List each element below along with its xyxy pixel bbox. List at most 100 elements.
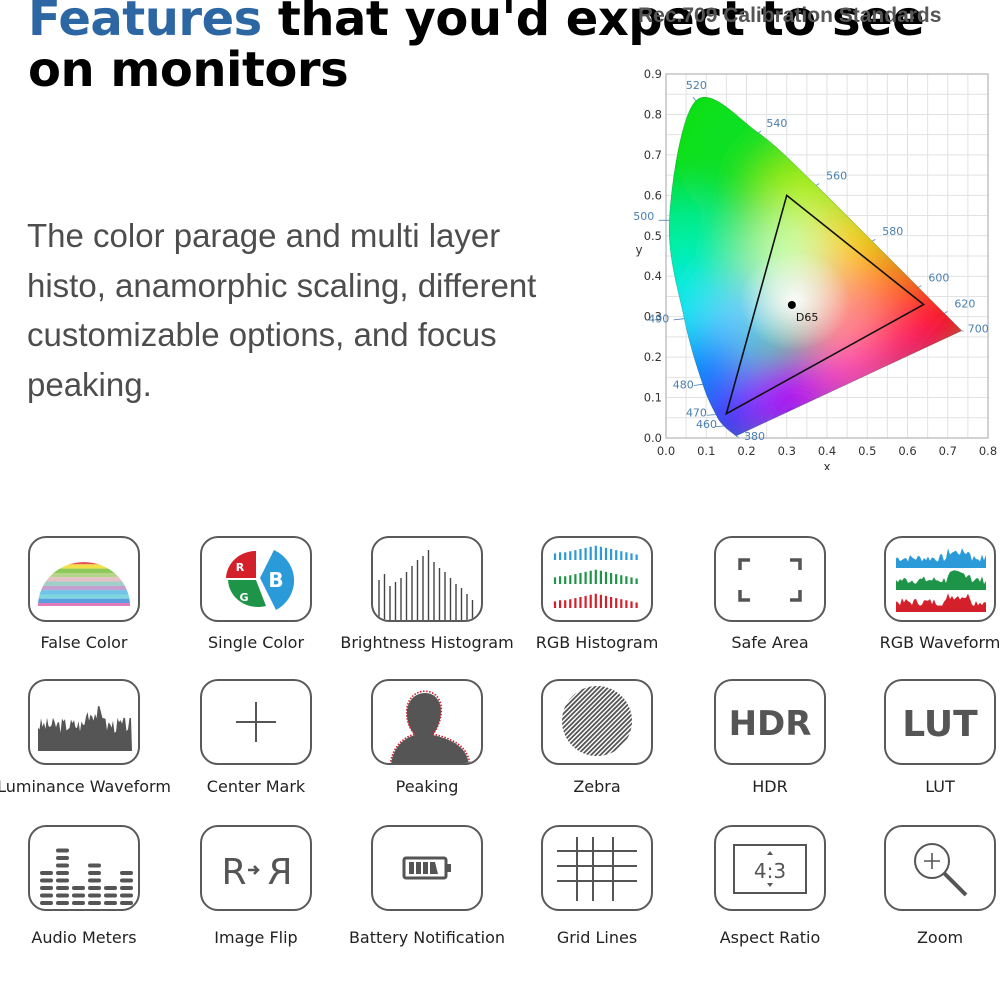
wavelength-tick <box>872 239 876 242</box>
feature-label: Audio Meters <box>31 928 137 947</box>
x-tick-label: 0.5 <box>858 444 876 458</box>
headline-accent: Features <box>28 0 262 47</box>
svg-text:R: R <box>267 852 292 893</box>
wavelength-label: 500 <box>633 210 654 223</box>
feature-tile-grid-lines <box>541 825 653 911</box>
wavelength-tick <box>693 383 703 386</box>
center-mark-icon <box>236 702 276 742</box>
wavelength-tick <box>758 130 762 134</box>
feature-tile-single-color: R G B <box>200 536 312 622</box>
wavelength-label: 560 <box>826 169 847 182</box>
feature-tile-image-flip: R R <box>200 825 312 911</box>
feature-label: Center Mark <box>206 777 306 796</box>
x-tick-label: 0.6 <box>898 444 916 458</box>
x-tick-label: 0.7 <box>939 444 957 458</box>
wavelength-tick <box>706 414 716 416</box>
wavelength-label: 600 <box>928 271 949 284</box>
wavelength-tick <box>918 285 922 288</box>
feature-label: Luminance Waveform <box>0 777 171 796</box>
image-flip-icon: R R <box>221 852 292 893</box>
feature-label: RGB Histogram <box>535 633 659 652</box>
y-tick-label: 0.9 <box>644 67 662 81</box>
lut-icon: LUT <box>902 704 978 745</box>
svg-text:G: G <box>239 591 248 604</box>
x-tick-label: 0.4 <box>818 444 836 458</box>
peaking-icon <box>389 690 471 763</box>
x-tick-label: 0.3 <box>778 444 796 458</box>
y-axis-label: y <box>635 243 642 257</box>
wavelength-tick <box>815 183 820 186</box>
cie-chromaticity-chart: 0.0 0.1 0.2 0.3 0.4 0.5 0.6 0.7 0.80.00.10.20.30… <box>633 67 997 470</box>
feature-label: Grid Lines <box>556 928 638 947</box>
rgb-waveform-icon <box>896 548 986 612</box>
feature-tile-zebra <box>541 679 653 765</box>
y-tick-label: 0.5 <box>644 229 662 243</box>
single-color-rgb-icon: R G B <box>226 550 295 610</box>
svg-text:R: R <box>236 561 245 574</box>
audio-meters-icon <box>40 848 133 905</box>
feature-tile-lut: LUT <box>884 679 996 765</box>
safe-area-icon <box>738 558 802 602</box>
svg-text:LUT: LUT <box>902 704 978 745</box>
feature-tile-safe-area <box>714 536 826 622</box>
y-tick-label: 0.7 <box>644 148 662 162</box>
wavelength-tick <box>944 311 948 314</box>
wavelength-label: 620 <box>954 297 975 310</box>
wavelength-label: 460 <box>696 418 717 431</box>
feature-tile-audio-meters <box>28 825 140 911</box>
feature-label: Image Flip <box>214 928 298 947</box>
battery-icon <box>402 856 451 880</box>
y-tick-label: 0.0 <box>644 431 662 445</box>
wavelength-label: 520 <box>686 79 707 92</box>
svg-text:B: B <box>268 568 283 592</box>
false-color-icon <box>38 562 130 606</box>
feature-tile-aspect-ratio: 4:3 <box>714 825 826 911</box>
feature-label: Brightness Histogram <box>340 633 514 652</box>
y-tick-label: 0.4 <box>644 269 662 283</box>
feature-label: Battery Notification <box>348 928 506 947</box>
feature-label: LUT <box>925 777 955 796</box>
svg-text:HDR: HDR <box>729 704 812 744</box>
wavelength-label: 470 <box>686 407 707 420</box>
wavelength-tick <box>673 318 685 321</box>
white-region <box>739 250 850 351</box>
feature-label: Peaking <box>395 777 459 796</box>
wavelength-label: 540 <box>766 117 787 130</box>
feature-tile-battery-notification <box>371 825 483 911</box>
x-tick-label: 0.0 <box>657 444 675 458</box>
wavelength-label: 480 <box>673 378 694 391</box>
feature-tile-peaking <box>371 679 483 765</box>
x-tick-label: 0.8 <box>979 444 997 458</box>
wavelength-label: 380 <box>744 430 765 443</box>
aspect-ratio-icon: 4:3 <box>733 844 807 894</box>
wavelength-label: 580 <box>882 225 903 238</box>
zebra-icon <box>562 686 632 756</box>
y-tick-label: 0.8 <box>644 107 662 121</box>
grid-lines-icon <box>557 837 637 901</box>
feature-tile-luminance-waveform <box>28 679 140 765</box>
d65-white-point <box>787 300 796 309</box>
chart-title: Rec.709 Calibration Standards <box>638 4 942 27</box>
d65-label: D65 <box>796 311 818 324</box>
x-tick-label: 0.2 <box>737 444 755 458</box>
x-tick-label: 0.1 <box>697 444 715 458</box>
wavelength-tick <box>735 435 739 438</box>
luminance-waveform-icon <box>38 706 132 751</box>
feature-tile-rgb-waveform <box>884 536 996 622</box>
feature-label: Single Color <box>207 633 305 652</box>
feature-label: False Color <box>40 633 128 652</box>
feature-tile-rgb-histogram <box>541 536 653 622</box>
feature-description: The color parage and multi layer histo, … <box>27 217 537 403</box>
feature-label: Zebra <box>573 777 621 796</box>
color-blob <box>864 314 935 385</box>
feature-tile-zoom <box>884 825 996 911</box>
wavelength-label: 490 <box>648 313 669 326</box>
x-axis-label: x <box>823 460 830 470</box>
feature-tile-center-mark <box>200 679 312 765</box>
svg-text:4:3: 4:3 <box>754 859 786 883</box>
feature-label: HDR <box>752 777 788 796</box>
feature-tile-false-color <box>28 536 140 622</box>
feature-label: Safe Area <box>731 633 809 652</box>
y-tick-label: 0.1 <box>644 391 662 405</box>
y-tick-label: 0.2 <box>644 350 662 364</box>
